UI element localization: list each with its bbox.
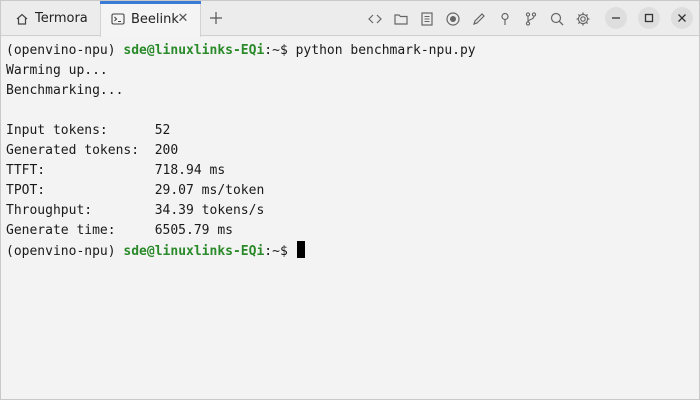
output-line: Warming up...: [6, 63, 108, 78]
code-icon[interactable]: [365, 9, 385, 29]
tab-termora[interactable]: Termora: [1, 1, 99, 36]
gear-icon[interactable]: [573, 9, 593, 29]
plus-icon: [210, 12, 222, 24]
branch-icon[interactable]: [521, 9, 541, 29]
record-icon[interactable]: [443, 9, 463, 29]
close-tab-icon[interactable]: ✕: [176, 11, 190, 26]
output-line: Benchmarking...: [6, 83, 124, 98]
output-line: TPOT: 29.07 ms/token: [6, 183, 265, 198]
home-icon: [15, 12, 29, 26]
pen-icon[interactable]: [469, 9, 489, 29]
document-icon[interactable]: [417, 9, 437, 29]
prompt-line: (openvino-npu) sde@linuxlinks-EQi:~$: [6, 241, 699, 261]
output-line: Generated tokens: 200: [6, 143, 179, 158]
tab-label: Beelink: [131, 11, 179, 27]
output-line: Generate time: 6505.79 ms: [6, 223, 233, 238]
prompt-env: (openvino-npu): [6, 43, 124, 58]
prompt-path: :~$: [264, 244, 296, 259]
maximize-button[interactable]: [638, 7, 660, 29]
new-tab-button[interactable]: [207, 9, 225, 27]
prompt-line: (openvino-npu) sde@linuxlinks-EQi:~$ pyt…: [6, 41, 699, 61]
folder-icon[interactable]: [391, 9, 411, 29]
minimize-button[interactable]: [605, 7, 627, 29]
terminal-icon: [111, 12, 125, 26]
toolbar: [365, 9, 593, 29]
tab-label: Termora: [35, 11, 88, 26]
output-line: Input tokens: 52: [6, 123, 171, 138]
command-text: python benchmark-npu.py: [295, 43, 476, 58]
close-window-button[interactable]: [671, 7, 693, 29]
maximize-icon: [644, 13, 654, 23]
close-icon: [678, 14, 686, 22]
search-icon[interactable]: [547, 9, 567, 29]
pin-icon[interactable]: [495, 9, 515, 29]
terminal-output[interactable]: (openvino-npu) sde@linuxlinks-EQi:~$ pyt…: [1, 37, 699, 399]
tab-bar: Termora Beelink ✕: [1, 1, 699, 37]
prompt-user-host: sde@linuxlinks-EQi: [123, 244, 265, 259]
tab-beelink[interactable]: Beelink ✕: [100, 1, 201, 37]
output-line: Throughput: 34.39 tokens/s: [6, 203, 265, 218]
terminal-window: Termora Beelink ✕ (openvino-npu) sde@lin…: [0, 0, 700, 400]
prompt-path: :~$: [264, 43, 296, 58]
minimize-icon: [612, 17, 620, 19]
prompt-env: (openvino-npu): [6, 244, 124, 259]
output-line: TTFT: 718.94 ms: [6, 163, 226, 178]
text-cursor: [296, 241, 305, 258]
prompt-user-host: sde@linuxlinks-EQi: [123, 43, 265, 58]
